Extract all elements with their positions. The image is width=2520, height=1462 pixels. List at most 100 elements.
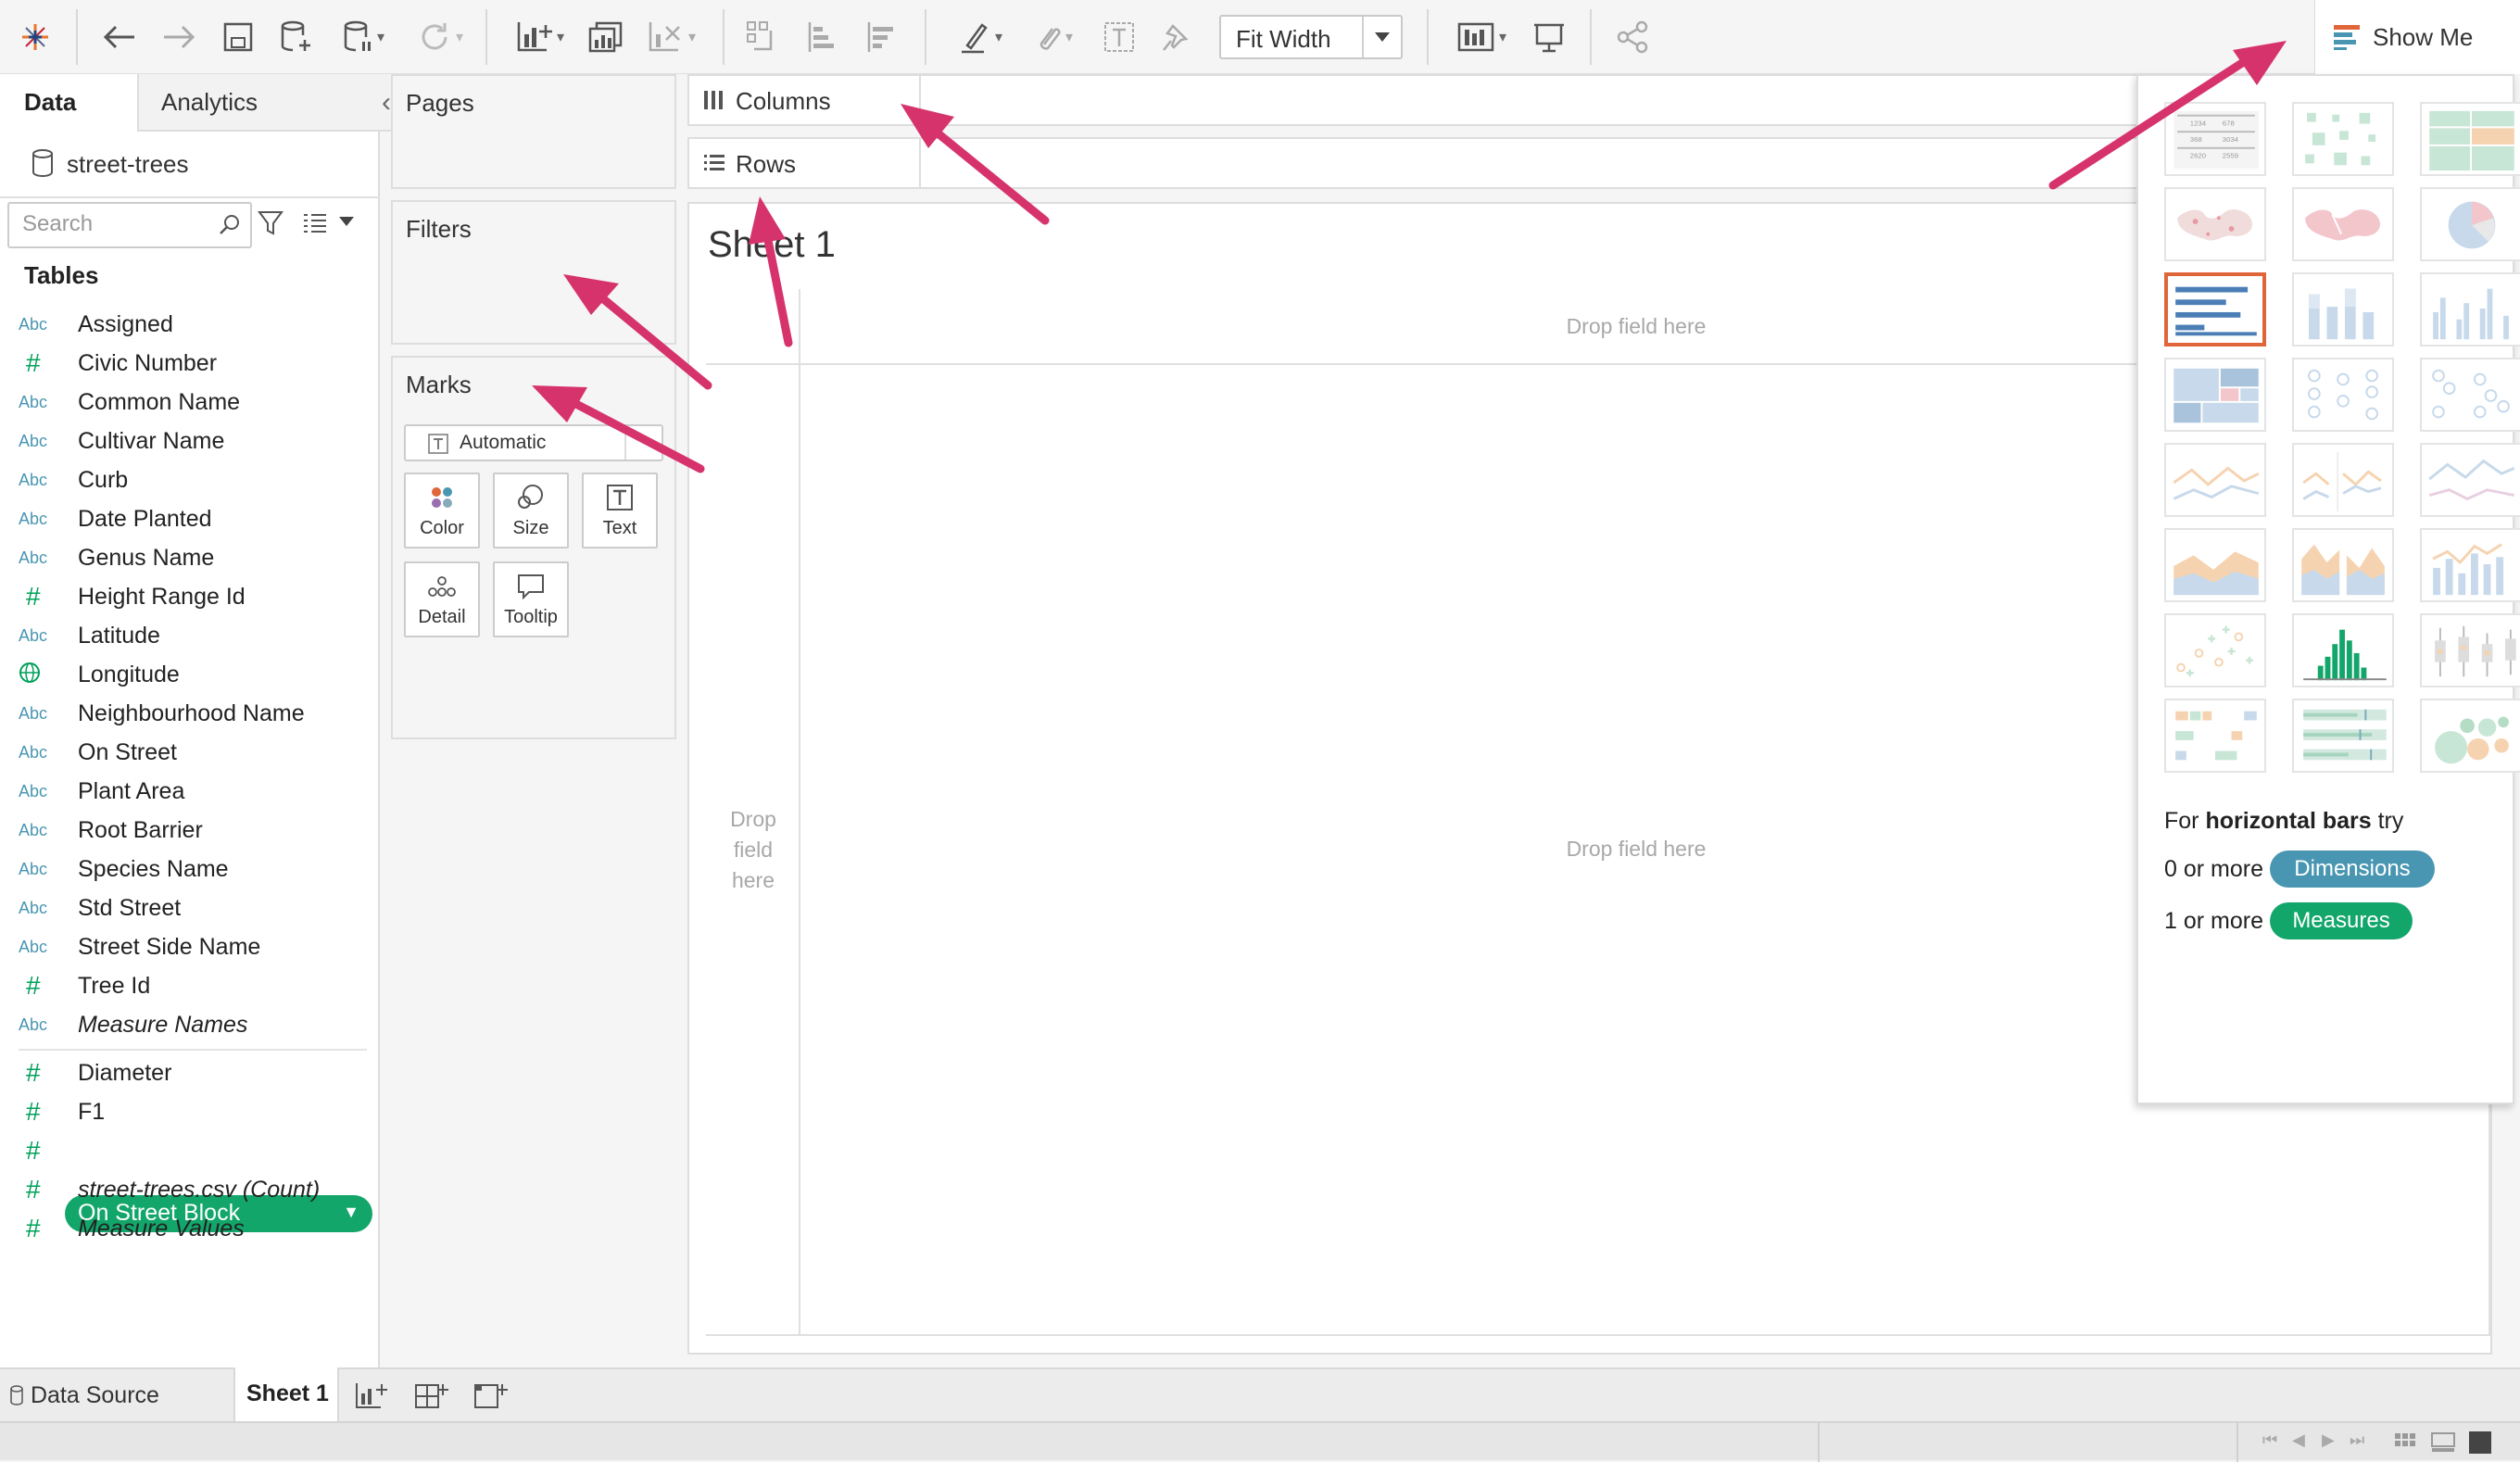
drop-zone-columns[interactable]: Drop field here: [1497, 311, 1775, 342]
horizontal-bars-chart-button[interactable]: [2164, 272, 2266, 347]
treemap-chart-button[interactable]: [2164, 358, 2266, 432]
area-continuous-chart-button[interactable]: [2164, 528, 2266, 602]
marks-detail-button[interactable]: Detail: [404, 561, 480, 637]
redo-icon[interactable]: [158, 13, 200, 61]
datasource-item[interactable]: street-trees: [0, 132, 380, 198]
last-sheet-icon[interactable]: ⏭: [2350, 1430, 2364, 1450]
field-item[interactable]: Abc Genus Name: [19, 539, 371, 576]
symbol-map-chart-button[interactable]: [2164, 187, 2266, 261]
bullet-graph-chart-button[interactable]: [2292, 699, 2394, 773]
heat-map-chart-button[interactable]: [2292, 102, 2394, 176]
next-sheet-icon[interactable]: ▶: [2322, 1430, 2335, 1450]
share-icon[interactable]: [1612, 13, 1653, 61]
lines-continuous-chart-button[interactable]: [2164, 443, 2266, 517]
field-item[interactable]: Abc Street Side Name: [19, 928, 371, 965]
scatter-plot-chart-button[interactable]: [2164, 613, 2266, 687]
pie-chart-chart-button[interactable]: [2420, 187, 2520, 261]
data-source-tab[interactable]: Data Source: [9, 1382, 159, 1409]
tableau-logo-icon[interactable]: [17, 13, 54, 61]
sort-descending-icon[interactable]: [860, 13, 902, 61]
show-me-button[interactable]: Show Me: [2314, 0, 2520, 74]
field-item[interactable]: # F1: [19, 1093, 371, 1130]
filmstrip-icon[interactable]: [2431, 1432, 2455, 1453]
packed-bubbles-chart-button[interactable]: [2420, 699, 2520, 773]
search-box[interactable]: [7, 202, 252, 248]
duplicate-sheet-icon[interactable]: [586, 13, 626, 61]
fit-width-dropdown[interactable]: Fit Width: [1219, 15, 1403, 59]
tab-sheet-1[interactable]: Sheet 1: [233, 1367, 339, 1423]
drop-zone-rows[interactable]: Drop field here: [712, 804, 795, 896]
mark-type-dropdown[interactable]: Automatic: [404, 424, 663, 461]
presentation-mode-icon[interactable]: [1529, 13, 1569, 61]
field-item[interactable]: Abc Measure Names: [19, 1006, 371, 1043]
field-item[interactable]: Abc Cultivar Name: [19, 422, 371, 460]
field-item[interactable]: # Height Range Id: [19, 578, 371, 615]
pages-card[interactable]: Pages: [391, 74, 676, 189]
previous-sheet-icon[interactable]: ◀: [2292, 1430, 2305, 1450]
collapse-pane-icon[interactable]: ‹: [382, 87, 391, 119]
sheet-title[interactable]: Sheet 1: [708, 224, 836, 266]
swap-rows-columns-icon[interactable]: [741, 13, 784, 61]
save-icon[interactable]: [219, 13, 258, 61]
box-and-whisker-chart-button[interactable]: [2420, 613, 2520, 687]
field-item[interactable]: Abc Common Name: [19, 384, 371, 421]
field-item[interactable]: Abc Plant Area: [19, 773, 371, 810]
field-item[interactable]: Abc Curb: [19, 461, 371, 498]
pause-updates-icon[interactable]: ▾: [335, 13, 391, 61]
show-mark-labels-icon[interactable]: [1099, 13, 1140, 61]
sort-ascending-icon[interactable]: [800, 13, 843, 61]
filters-card[interactable]: Filters: [391, 200, 676, 345]
marks-tooltip-button[interactable]: Tooltip: [493, 561, 569, 637]
field-item[interactable]: Abc Date Planted: [19, 500, 371, 537]
drop-zone-center[interactable]: Drop field here: [1497, 834, 1775, 864]
search-icon[interactable]: [219, 213, 241, 235]
field-item[interactable]: Longitude: [19, 656, 371, 693]
lines-discrete-chart-button[interactable]: [2292, 443, 2394, 517]
circle-views-chart-button[interactable]: [2292, 358, 2394, 432]
field-item[interactable]: # Civic Number: [19, 345, 371, 382]
text-table-chart-button[interactable]: 1234 678 368 3034 2620 2559: [2164, 102, 2266, 176]
area-discrete-chart-button[interactable]: [2292, 528, 2394, 602]
group-members-icon[interactable]: ▾: [1021, 13, 1082, 61]
new-datasource-icon[interactable]: [276, 13, 317, 61]
view-list-icon[interactable]: [302, 211, 328, 233]
field-item[interactable]: # Diameter: [19, 1054, 371, 1091]
marks-text-button[interactable]: Text: [582, 473, 658, 548]
field-item[interactable]: # Tree Id: [19, 967, 371, 1004]
clear-sheet-icon[interactable]: ▾: [639, 13, 704, 61]
field-item[interactable]: Abc Species Name: [19, 851, 371, 888]
show-cards-icon[interactable]: ▾: [1449, 13, 1514, 61]
refresh-icon[interactable]: ▾: [408, 13, 472, 61]
field-item[interactable]: #: [19, 1132, 371, 1169]
first-sheet-icon[interactable]: ⏮: [2262, 1430, 2277, 1450]
undo-icon[interactable]: [98, 13, 141, 61]
highlight-icon[interactable]: ▾: [947, 13, 1012, 61]
dual-combination-chart-button[interactable]: [2420, 528, 2520, 602]
search-input[interactable]: [20, 209, 209, 239]
gantt-chart-chart-button[interactable]: [2164, 699, 2266, 773]
rows-shelf[interactable]: Rows: [687, 137, 2140, 189]
stacked-bars-chart-button[interactable]: [2292, 272, 2394, 347]
tab-analytics[interactable]: Analytics ‹: [137, 74, 404, 132]
marks-size-button[interactable]: Size: [493, 473, 569, 548]
columns-shelf[interactable]: Columns: [687, 74, 2140, 126]
new-story-icon[interactable]: [472, 1380, 510, 1412]
tabs-view-icon[interactable]: [2468, 1430, 2492, 1455]
new-worksheet-icon[interactable]: ▾: [506, 13, 574, 61]
chevron-down-icon[interactable]: [339, 217, 354, 226]
field-item[interactable]: Abc Std Street: [19, 889, 371, 926]
new-dashboard-icon[interactable]: [413, 1380, 450, 1412]
field-item[interactable]: # street-trees.csv (Count): [19, 1171, 371, 1208]
new-worksheet-icon[interactable]: [354, 1380, 391, 1412]
field-item[interactable]: Abc Latitude: [19, 617, 371, 654]
dual-lines-chart-button[interactable]: [2420, 443, 2520, 517]
field-item[interactable]: Abc On Street: [19, 734, 371, 771]
side-by-side-circles-chart-button[interactable]: [2420, 358, 2520, 432]
filled-map-chart-button[interactable]: [2292, 187, 2394, 261]
fix-axes-icon[interactable]: [1156, 13, 1197, 61]
field-item[interactable]: Abc Root Barrier: [19, 812, 371, 849]
highlight-table-chart-button[interactable]: [2420, 102, 2520, 176]
histogram-chart-button[interactable]: [2292, 613, 2394, 687]
side-by-side-bars-chart-button[interactable]: [2420, 272, 2520, 347]
marks-color-button[interactable]: Color: [404, 473, 480, 548]
